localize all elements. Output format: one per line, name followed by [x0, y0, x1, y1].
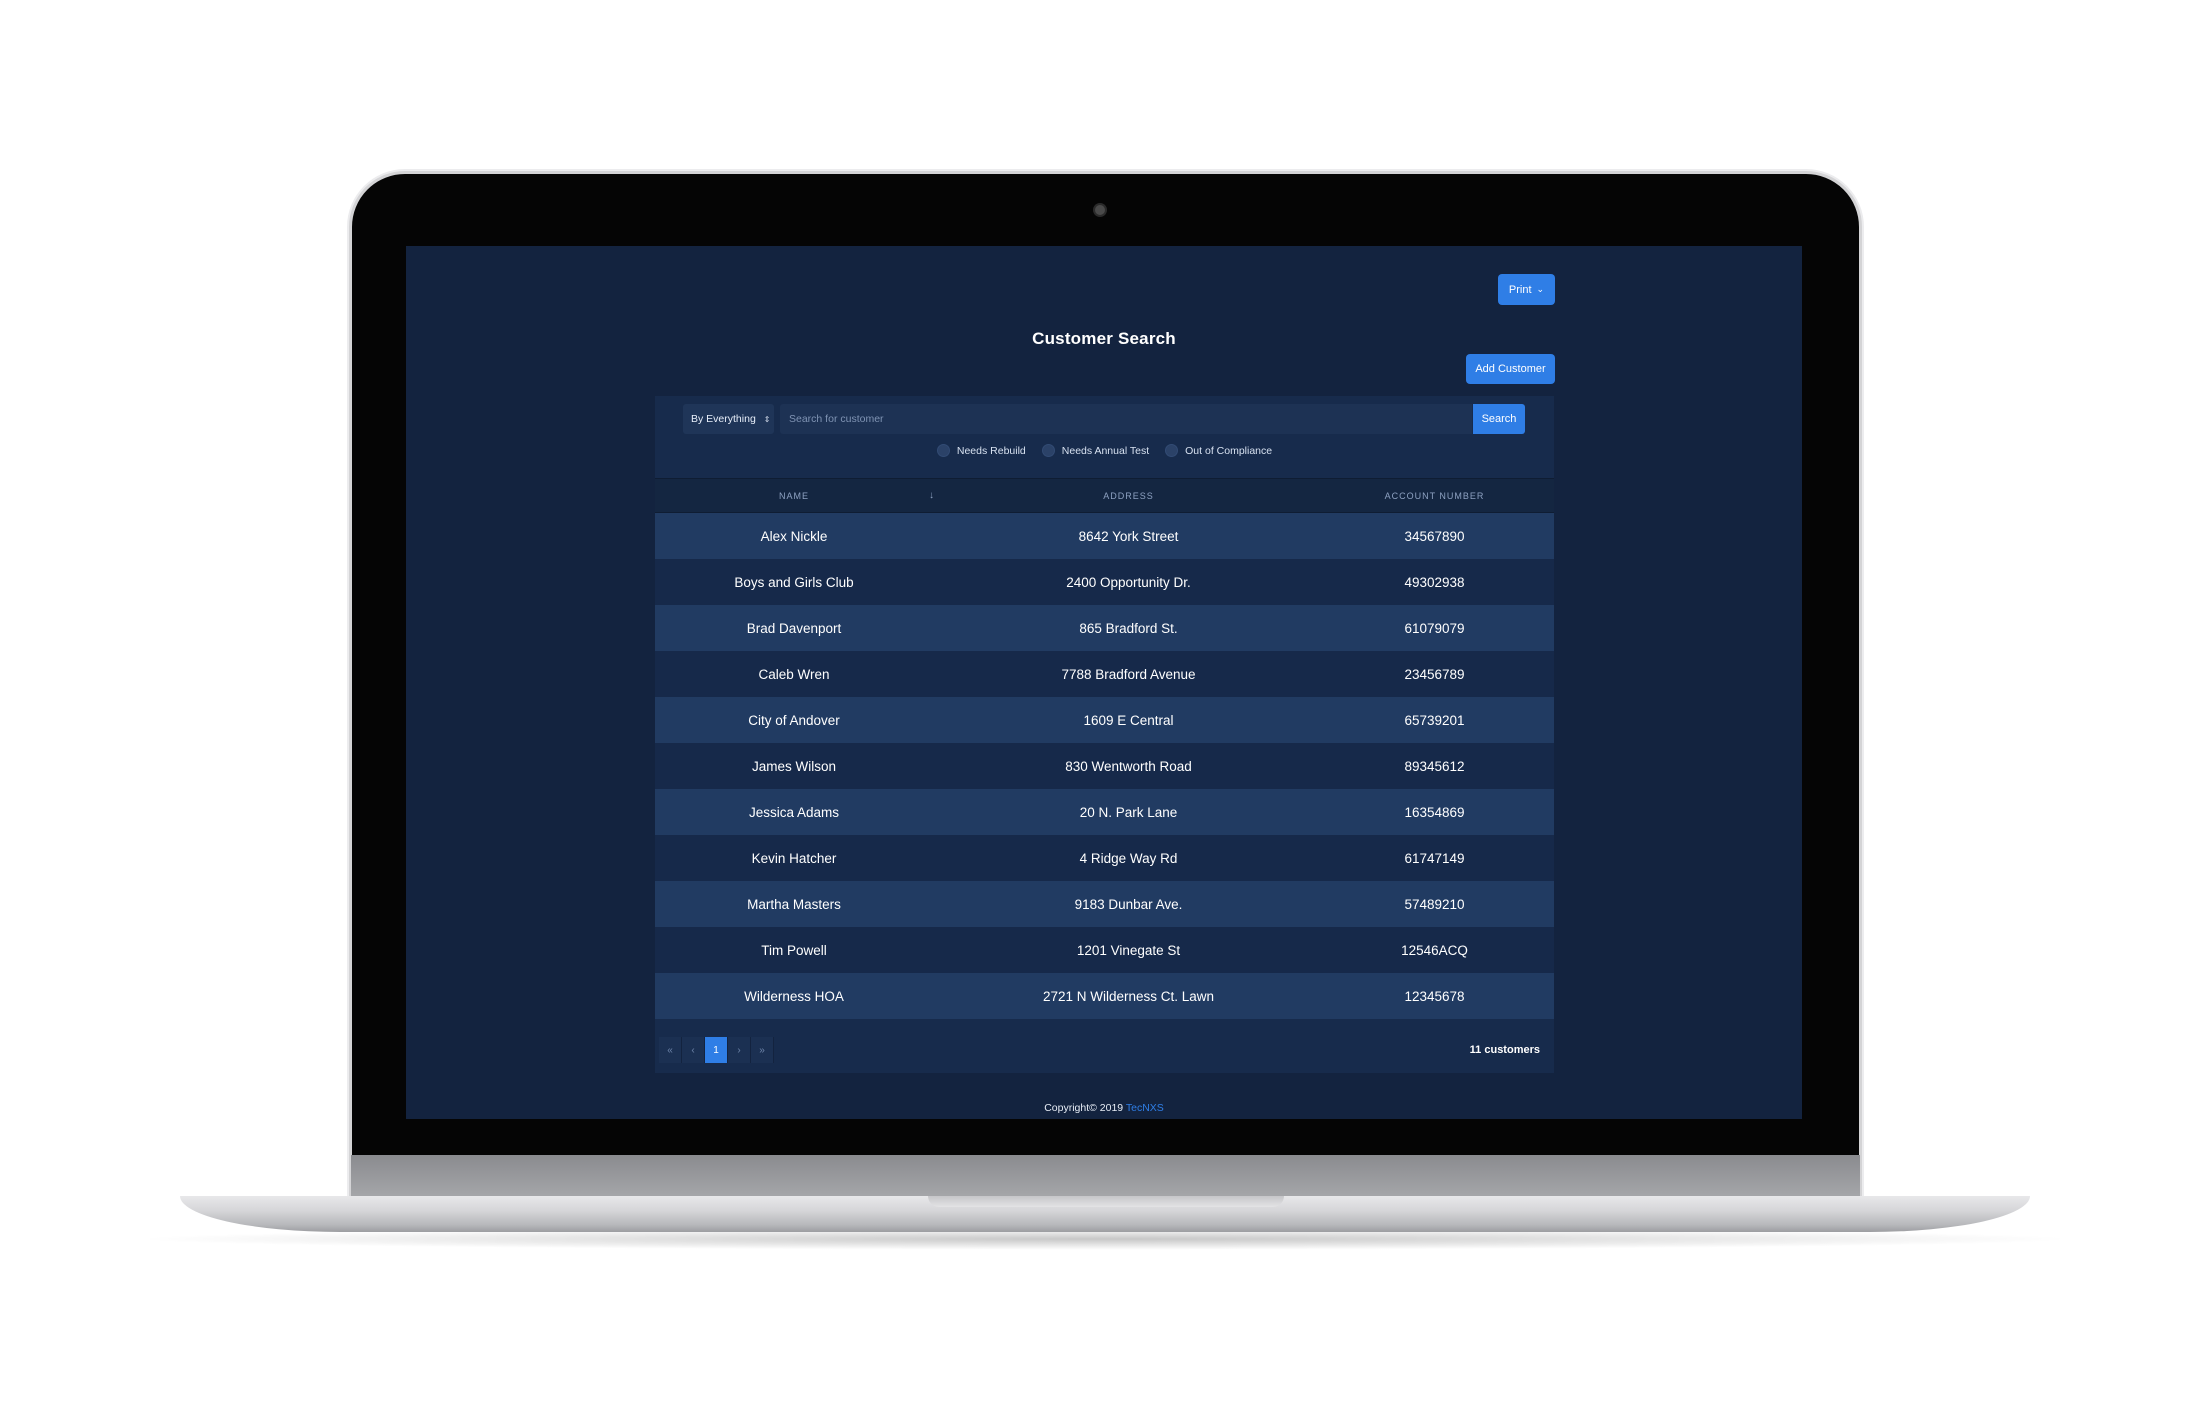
laptop-notch [928, 1196, 1284, 1207]
customer-account-cell: 49302938 [1404, 574, 1465, 590]
customer-account-cell: 23456789 [1404, 666, 1465, 682]
page-title: Customer Search [1032, 329, 1176, 348]
customer-account-cell: 61079079 [1404, 620, 1465, 636]
page-current-button[interactable]: 1 [705, 1037, 728, 1063]
column-header-name[interactable]: NAME [655, 479, 933, 512]
customer-name-cell: James Wilson [751, 758, 837, 774]
table-row[interactable]: Wilderness HOA 2721 N Wilderness Ct. Lawn… [655, 973, 1554, 1019]
customer-account-cell: 57489210 [1404, 896, 1465, 912]
chevron-down-icon: ⌄ [1536, 284, 1545, 294]
customer-name-cell: Caleb Wren [758, 666, 830, 682]
customer-address-cell: 865 Bradford St. [1079, 620, 1178, 636]
checkbox[interactable] [1165, 444, 1179, 457]
table-body: Alex Nickle 8642 York Street 34567890 Boys … [655, 513, 1554, 1019]
customer-address-cell: 8642 York Street [1078, 528, 1179, 544]
customer-name-cell: Martha Masters [747, 896, 841, 912]
customer-account-cell: 65739201 [1404, 712, 1465, 728]
search-scope-select[interactable]: By Everything ⇕ [683, 404, 774, 434]
sort-arrow-icon[interactable]: ↓ [922, 479, 942, 512]
copyright-text: Copyright© 2019 [1044, 1102, 1124, 1114]
table-row[interactable]: Alex Nickle 8642 York Street 34567890 [655, 513, 1554, 559]
customer-address-cell: 2721 N Wilderness Ct. Lawn [1042, 988, 1215, 1004]
customer-account-cell: 16354869 [1404, 804, 1465, 820]
customer-panel: By Everything ⇕ Search Needs Rebuild Nee… [655, 396, 1554, 1073]
customer-name-cell: Tim Powell [761, 942, 827, 958]
customer-account-cell: 34567890 [1404, 528, 1465, 544]
checkbox-label: Out of Compliance [1185, 444, 1273, 457]
table-header: NAME ↓ ADDRESS ACCOUNT NUMBER [655, 478, 1554, 513]
customer-address-cell: 1609 E Central [1083, 712, 1174, 728]
result-count: 11 customers [1469, 1044, 1540, 1056]
customer-address-cell: 2400 Opportunity Dr. [1066, 574, 1191, 590]
customer-name-cell: Brad Davenport [746, 620, 842, 636]
table-row[interactable]: James Wilson 830 Wentworth Road 89345612 [655, 743, 1554, 789]
footer: Copyright© 2019 TecNXS [406, 1102, 1802, 1114]
table-row[interactable]: Kevin Hatcher 4 Ridge Way Rd 61747149 [655, 835, 1554, 881]
customer-account-cell: 12546ACQ [1401, 942, 1468, 958]
filter-checkboxes: Needs Rebuild Needs Annual Test Out of C… [655, 444, 1554, 457]
page-prev-button[interactable]: ‹ [682, 1037, 705, 1063]
customer-name-cell: Kevin Hatcher [751, 850, 837, 866]
page-next-button[interactable]: › [728, 1037, 751, 1063]
checkbox[interactable] [1041, 444, 1055, 457]
table-row[interactable]: City of Andover 1609 E Central 65739201 [655, 697, 1554, 743]
pagination: « ‹ 1 › » [659, 1037, 774, 1063]
brand-link[interactable]: TecNXS [1126, 1102, 1164, 1114]
search-scope-value: By Everything [691, 413, 756, 425]
search-button[interactable]: Search [1473, 404, 1525, 434]
table-row[interactable]: Caleb Wren 7788 Bradford Avenue 23456789 [655, 651, 1554, 697]
table-row[interactable]: Martha Masters 9183 Dunbar Ave. 57489210 [655, 881, 1554, 927]
customer-name-cell: City of Andover [748, 712, 840, 728]
column-header-address[interactable]: ADDRESS [942, 479, 1315, 512]
print-label: Print [1508, 283, 1532, 296]
table-row[interactable]: Tim Powell 1201 Vinegate St 12546ACQ [655, 927, 1554, 973]
add-customer-button[interactable]: Add Customer [1466, 354, 1555, 384]
customer-address-cell: 20 N. Park Lane [1079, 804, 1178, 820]
select-arrows-icon: ⇕ [763, 414, 771, 424]
page-first-button[interactable]: « [659, 1037, 682, 1063]
table-row[interactable]: Brad Davenport 865 Bradford St. 61079079 [655, 605, 1554, 651]
print-button[interactable]: Print ⌄ [1498, 274, 1555, 305]
customer-name-cell: Alex Nickle [760, 528, 828, 544]
customer-name-cell: Wilderness HOA [744, 988, 844, 1004]
search-input[interactable] [780, 404, 1472, 434]
filter-out-of-compliance[interactable]: Out of Compliance [1165, 444, 1272, 457]
customer-address-cell: 7788 Bradford Avenue [1061, 666, 1196, 682]
app-screen: Print ⌄ Customer Search Add Customer By … [406, 246, 1802, 1119]
customer-account-cell: 61747149 [1404, 850, 1465, 866]
checkbox-label: Needs Rebuild [956, 444, 1026, 457]
column-header-account-number[interactable]: ACCOUNT NUMBER [1315, 479, 1554, 512]
customer-address-cell: 1201 Vinegate St [1076, 942, 1181, 958]
filter-needs-annual-test[interactable]: Needs Annual Test [1041, 444, 1150, 457]
customer-name-cell: Boys and Girls Club [734, 574, 854, 590]
customer-name-cell: Jessica Adams [748, 804, 840, 820]
filter-needs-rebuild[interactable]: Needs Rebuild [936, 444, 1026, 457]
customer-address-cell: 9183 Dunbar Ave. [1074, 896, 1183, 912]
customer-account-cell: 12345678 [1404, 988, 1465, 1004]
checkbox-label: Needs Annual Test [1061, 444, 1150, 457]
table-row[interactable]: Boys and Girls Club 2400 Opportunity Dr. 4… [655, 559, 1554, 605]
customer-address-cell: 4 Ridge Way Rd [1079, 850, 1178, 866]
customer-address-cell: 830 Wentworth Road [1065, 758, 1192, 774]
checkbox[interactable] [936, 444, 950, 457]
table-row[interactable]: Jessica Adams 20 N. Park Lane 16354869 [655, 789, 1554, 835]
page-last-button[interactable]: » [751, 1037, 774, 1063]
customer-account-cell: 89345612 [1404, 758, 1465, 774]
camera-dot [1095, 205, 1105, 215]
